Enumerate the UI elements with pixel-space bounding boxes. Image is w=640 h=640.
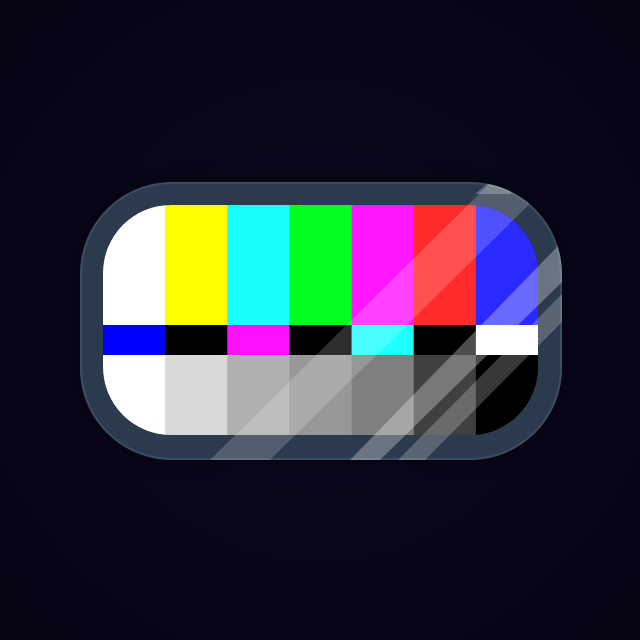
middle-color-bar bbox=[413, 325, 477, 355]
middle-color-bar bbox=[289, 325, 353, 355]
top-color-bar bbox=[413, 205, 477, 325]
middle-color-bar bbox=[165, 325, 228, 355]
top-color-bar bbox=[165, 205, 228, 325]
tv-screen bbox=[103, 205, 538, 435]
middle-color-bar bbox=[475, 325, 538, 355]
top-color-bar bbox=[227, 205, 291, 325]
middle-color-bar bbox=[227, 325, 291, 355]
bottom-gray-bar bbox=[289, 355, 353, 435]
middle-color-bar bbox=[103, 325, 166, 355]
color-bars-test-pattern bbox=[103, 205, 538, 435]
bottom-gray-bar bbox=[413, 355, 477, 435]
bottom-gray-bar bbox=[165, 355, 228, 435]
top-color-bar bbox=[351, 205, 415, 325]
middle-color-bar bbox=[351, 325, 415, 355]
bottom-gray-bar bbox=[227, 355, 291, 435]
top-color-bar bbox=[289, 205, 353, 325]
bottom-gray-bar bbox=[351, 355, 415, 435]
icon-canvas bbox=[0, 0, 640, 640]
